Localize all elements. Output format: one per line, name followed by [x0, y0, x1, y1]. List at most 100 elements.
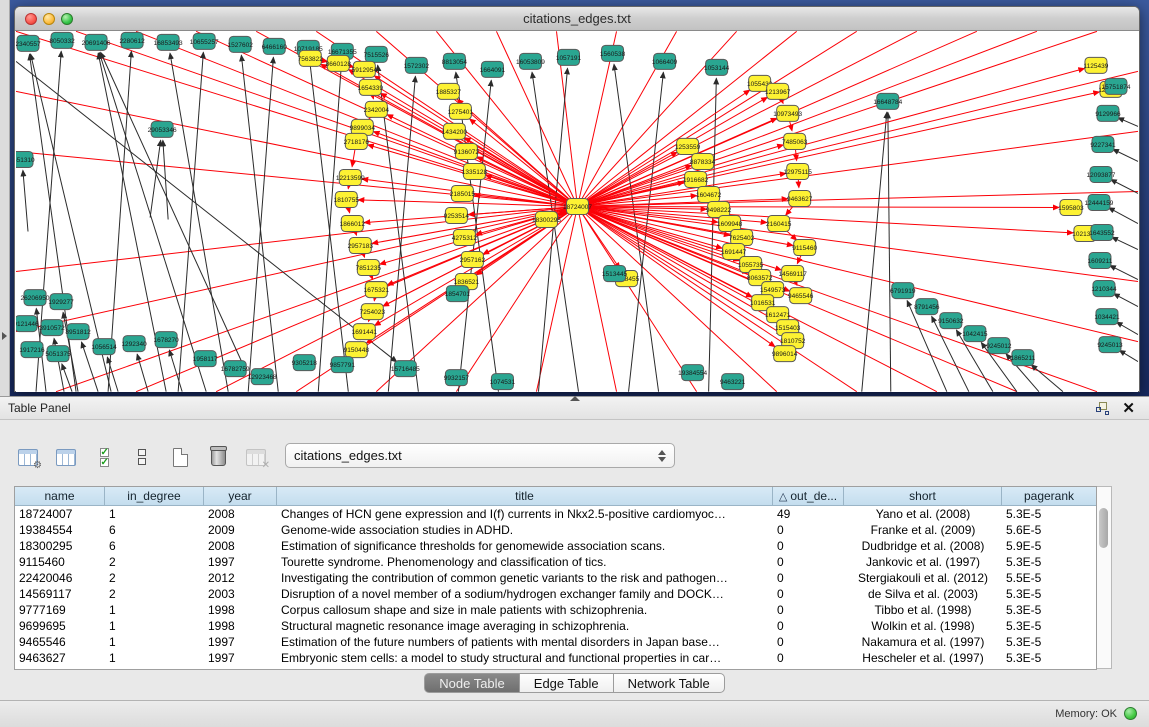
network-node[interactable]: 1042415: [962, 326, 988, 342]
network-node[interactable]: 2340557: [16, 35, 41, 51]
network-node[interactable]: 16648784: [873, 93, 902, 109]
float-panel-icon[interactable]: [1096, 402, 1109, 415]
table-row[interactable]: 911546021997Tourette syndrome. Phenomeno…: [15, 554, 1096, 570]
table-scrollbar[interactable]: [1097, 486, 1112, 669]
network-node[interactable]: 1866012: [340, 216, 366, 232]
network-node[interactable]: 10973493: [773, 105, 802, 121]
network-node[interactable]: 9245012: [986, 338, 1012, 354]
network-node[interactable]: 2957162: [460, 252, 486, 268]
network-node[interactable]: 1664091: [480, 61, 506, 77]
network-node[interactable]: 1513445: [602, 266, 628, 282]
row-options-icon[interactable]: [128, 444, 156, 470]
network-node[interactable]: 16853493: [154, 34, 183, 50]
network-node[interactable]: 1678270: [153, 332, 179, 348]
network-window[interactable]: citations_edges.txt 2340557 8050332 206914…: [14, 6, 1140, 392]
network-node[interactable]: 9463221: [720, 374, 746, 390]
network-node-hub[interactable]: 18724007: [563, 198, 592, 214]
network-node[interactable]: 1434200: [442, 123, 468, 139]
network-node[interactable]: 1560538: [600, 45, 626, 61]
column-header-short[interactable]: short: [844, 487, 1002, 505]
table-settings-icon[interactable]: ⚙: [14, 444, 42, 470]
network-node[interactable]: 1604672: [696, 186, 722, 202]
column-header-indegree[interactable]: in_degree: [105, 487, 204, 505]
network-node[interactable]: 16053809: [516, 53, 545, 69]
network-node[interactable]: 10655257: [190, 33, 219, 49]
network-node[interactable]: 1210344: [1091, 281, 1117, 297]
network-node[interactable]: 9115460: [792, 240, 817, 256]
network-node[interactable]: 2957183: [348, 238, 374, 254]
network-node[interactable]: 9227341: [1090, 136, 1116, 152]
network-node[interactable]: 1609211: [1088, 253, 1113, 269]
network-node[interactable]: 9129966: [1095, 105, 1121, 121]
network-node[interactable]: 8813054: [442, 53, 468, 69]
network-node[interactable]: 1057191: [556, 49, 582, 65]
network-node[interactable]: 1253559: [675, 138, 701, 154]
network-node[interactable]: 2718176: [344, 133, 370, 149]
network-node[interactable]: 1958117: [193, 351, 218, 367]
network-window-titlebar[interactable]: citations_edges.txt: [15, 7, 1139, 31]
network-node[interactable]: 9253514: [444, 207, 470, 223]
column-header-title[interactable]: title: [277, 487, 773, 505]
network-node[interactable]: 1125439: [1084, 57, 1109, 73]
network-node[interactable]: 9857791: [330, 357, 356, 373]
select-columns-icon[interactable]: ✓✓: [90, 444, 118, 470]
network-node[interactable]: 1066409: [652, 53, 678, 69]
network-node[interactable]: 8050332: [49, 32, 75, 48]
network-node[interactable]: 2651310: [16, 151, 35, 167]
tab-node-table[interactable]: Node Table: [424, 673, 520, 693]
network-node[interactable]: 12213599: [336, 169, 365, 185]
network-node[interactable]: 1885327: [436, 83, 462, 99]
network-node[interactable]: 6791919: [890, 283, 916, 299]
network-node[interactable]: 1292340: [121, 336, 147, 352]
network-node[interactable]: 8951812: [65, 324, 91, 340]
network-node[interactable]: 9136072: [454, 143, 480, 159]
table-row[interactable]: 969969511998Structural magnetic resonanc…: [15, 618, 1096, 634]
network-node[interactable]: 29053346: [148, 121, 177, 137]
network-node[interactable]: 1034421: [1094, 309, 1120, 325]
network-node[interactable]: 7515526: [364, 46, 390, 62]
network-node[interactable]: 9245013: [1097, 337, 1123, 353]
network-node[interactable]: 1854701: [445, 286, 471, 302]
network-node[interactable]: 7254023: [360, 304, 386, 320]
network-node[interactable]: 1917216: [19, 342, 45, 358]
network-node[interactable]: 1572302: [404, 57, 430, 73]
network-node[interactable]: 1929277: [48, 294, 74, 310]
table-row[interactable]: 977716911998Corpus callosum shape and si…: [15, 602, 1096, 618]
network-node[interactable]: 8878334: [690, 153, 716, 169]
network-node[interactable]: 7563822: [298, 50, 324, 66]
table-row[interactable]: 1830029562008Estimation of significance …: [15, 538, 1096, 554]
network-node[interactable]: 1810755: [334, 191, 360, 207]
table-row[interactable]: 1872400712008Changes of HCN gene express…: [15, 506, 1096, 522]
table-selector-dropdown[interactable]: citations_edges.txt: [285, 443, 675, 468]
network-node[interactable]: 7851235: [356, 260, 382, 276]
network-node[interactable]: 1074531: [490, 374, 516, 390]
expand-panel-arrow-icon[interactable]: [2, 332, 7, 340]
network-node[interactable]: 2160415: [766, 216, 792, 232]
network-node[interactable]: 9896014: [772, 346, 798, 362]
collapsed-control-panel[interactable]: [0, 0, 10, 396]
show-columns-icon[interactable]: [52, 444, 80, 470]
column-header-name[interactable]: name: [15, 487, 105, 505]
network-node[interactable]: 12923468: [248, 369, 277, 385]
network-node[interactable]: 26206950: [21, 290, 50, 306]
network-node[interactable]: 16782759: [221, 361, 250, 377]
network-node[interactable]: 2342004: [364, 101, 390, 117]
network-node[interactable]: 9150448: [344, 342, 370, 358]
network-node[interactable]: 1916682: [683, 171, 709, 187]
network-node[interactable]: 1527602: [228, 36, 254, 52]
network-node[interactable]: 9305218: [292, 355, 318, 371]
network-node[interactable]: 9150632: [938, 313, 964, 329]
network-node[interactable]: 15751874: [1102, 78, 1131, 94]
network-node[interactable]: 1595803: [1058, 199, 1084, 215]
network-canvas[interactable]: 2340557805033220691406228061216853493106…: [16, 31, 1138, 392]
network-node[interactable]: 1691441: [352, 324, 378, 340]
network-node[interactable]: 1053144: [704, 59, 730, 75]
divider-handle-icon[interactable]: [570, 396, 580, 401]
network-node[interactable]: 8660128: [326, 55, 352, 71]
column-header-pagerank[interactable]: pagerank: [1002, 487, 1096, 505]
network-node[interactable]: 12975115: [783, 163, 812, 179]
network-node[interactable]: 20691406: [82, 34, 111, 50]
network-node[interactable]: 12444159: [1085, 194, 1114, 210]
column-header-outde[interactable]: △out_de...: [773, 487, 844, 505]
network-node[interactable]: 18300295: [532, 212, 561, 228]
